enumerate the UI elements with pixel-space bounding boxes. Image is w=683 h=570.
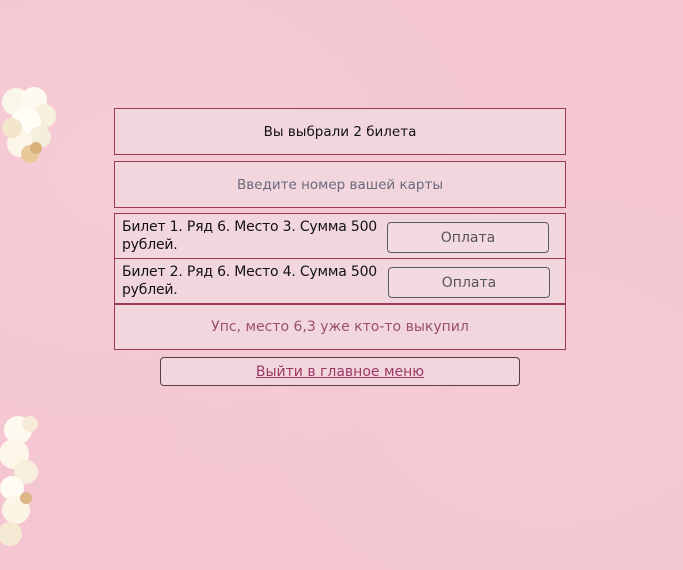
pay-button[interactable]: Оплата [387, 222, 549, 253]
exit-to-main-menu-label: Выйти в главное меню [255, 363, 425, 380]
pay-button[interactable]: Оплата [388, 267, 550, 298]
popcorn-image [2, 87, 56, 163]
ticket-info: Билет 2. Ряд 6. Место 4. Сумма 500 рубле… [122, 264, 377, 298]
ticket-info: Билет 1. Ряд 6. Место 3. Сумма 500 рубле… [122, 219, 377, 253]
popcorn-image [0, 416, 38, 546]
ticket-row: Билет 2. Ряд 6. Место 4. Сумма 500 рубле… [114, 258, 566, 304]
ticket-count-header: Вы выбрали 2 билета [114, 108, 566, 155]
card-number-input[interactable] [114, 161, 566, 208]
error-message-box: Упс, место 6,3 уже кто-то выкупил [114, 304, 566, 350]
ticket-row: Билет 1. Ряд 6. Место 3. Сумма 500 рубле… [114, 213, 566, 259]
ticket-count-label: Вы выбрали 2 билета [263, 123, 417, 140]
exit-to-main-menu-button[interactable]: Выйти в главное меню [160, 357, 520, 386]
error-message: Упс, место 6,3 уже кто-то выкупил [211, 319, 469, 335]
